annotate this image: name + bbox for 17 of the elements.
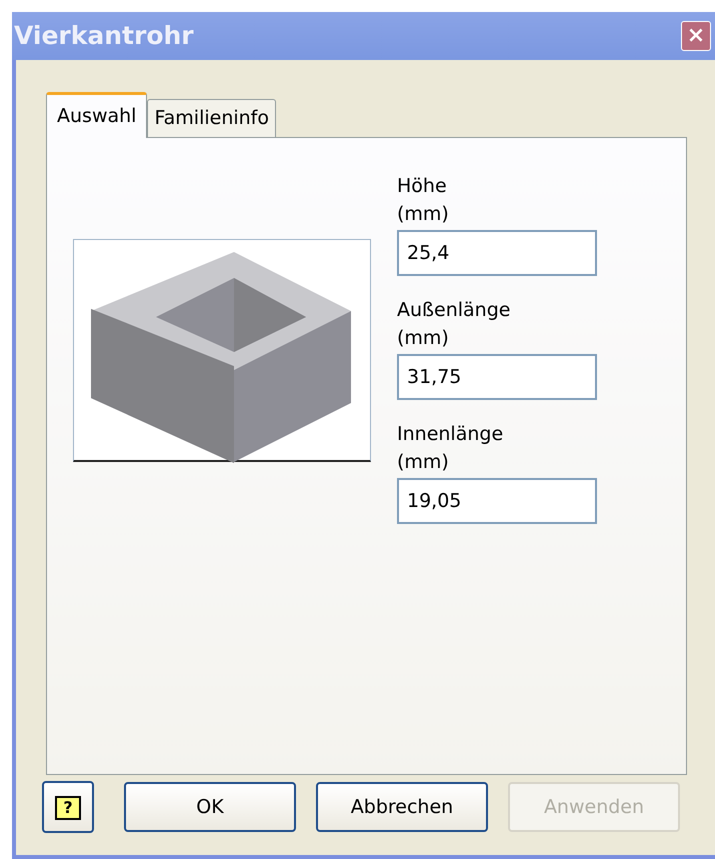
input-field[interactable]: 19,05 <box>397 478 597 524</box>
dialog-button[interactable]: OK <box>124 782 296 832</box>
help-button[interactable]: ? <box>42 781 94 833</box>
unit-label: (mm) <box>397 326 450 351</box>
field-label: Höhe <box>397 174 448 199</box>
help-icon: ? <box>55 796 81 820</box>
input-field[interactable]: 31,75 <box>397 354 597 400</box>
field-label: Außenlänge <box>397 298 512 323</box>
window-title: Vierkantrohr <box>13 20 194 52</box>
tab[interactable]: Auswahl <box>46 92 148 138</box>
dialog-button[interactable]: Abbrechen <box>316 782 488 832</box>
field-label: Innenlänge <box>397 422 504 447</box>
unit-label: (mm) <box>397 450 450 475</box>
close-button[interactable]: × <box>681 21 711 51</box>
unit-label: (mm) <box>397 202 450 227</box>
tab[interactable]: Familieninfo <box>147 99 276 137</box>
input-field[interactable]: 25,4 <box>397 230 597 276</box>
